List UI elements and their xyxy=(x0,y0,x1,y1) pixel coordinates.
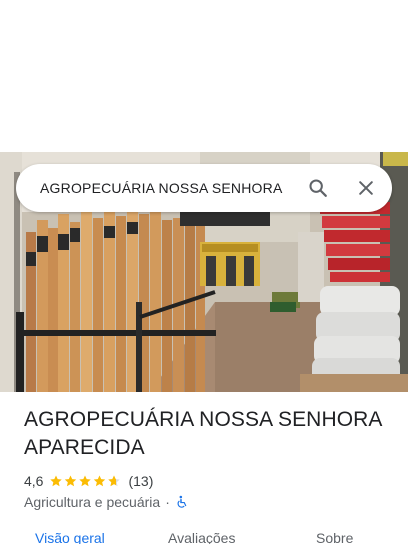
place-tabs: Visão geral Avaliações Sobre xyxy=(0,530,408,544)
rating-row[interactable]: 4,6 (13) xyxy=(24,472,153,490)
rating-value: 4,6 xyxy=(24,473,44,489)
close-icon xyxy=(359,181,373,195)
tab-about[interactable]: Sobre xyxy=(316,530,353,544)
search-button[interactable] xyxy=(298,168,338,208)
place-details-page: AGROPECUÁRIA NOSSA SENHORA A AGROPECUÁRI… xyxy=(0,0,408,544)
wheelchair-icon xyxy=(175,495,189,509)
tab-reviews[interactable]: Avaliações xyxy=(168,530,235,544)
clear-search-button[interactable] xyxy=(346,168,386,208)
category-row: Agricultura e pecuária · xyxy=(24,493,189,511)
search-icon xyxy=(309,179,327,197)
tab-overview[interactable]: Visão geral xyxy=(35,530,105,544)
place-title: AGROPECUÁRIA NOSSA SENHORA APARECIDA xyxy=(24,408,382,459)
review-count[interactable]: (13) xyxy=(128,473,153,489)
star-rating-icon xyxy=(50,475,121,487)
map-area-blank xyxy=(0,0,408,152)
search-query-text[interactable]: AGROPECUÁRIA NOSSA SENHORA A xyxy=(40,180,284,196)
place-info-panel: AGROPECUÁRIA NOSSA SENHORA APARECIDA 4,6 xyxy=(0,392,408,544)
rating-stars xyxy=(49,474,121,488)
separator-dot: · xyxy=(165,494,170,510)
place-category: Agricultura e pecuária xyxy=(24,494,161,510)
search-bar[interactable]: AGROPECUÁRIA NOSSA SENHORA A xyxy=(16,164,392,212)
